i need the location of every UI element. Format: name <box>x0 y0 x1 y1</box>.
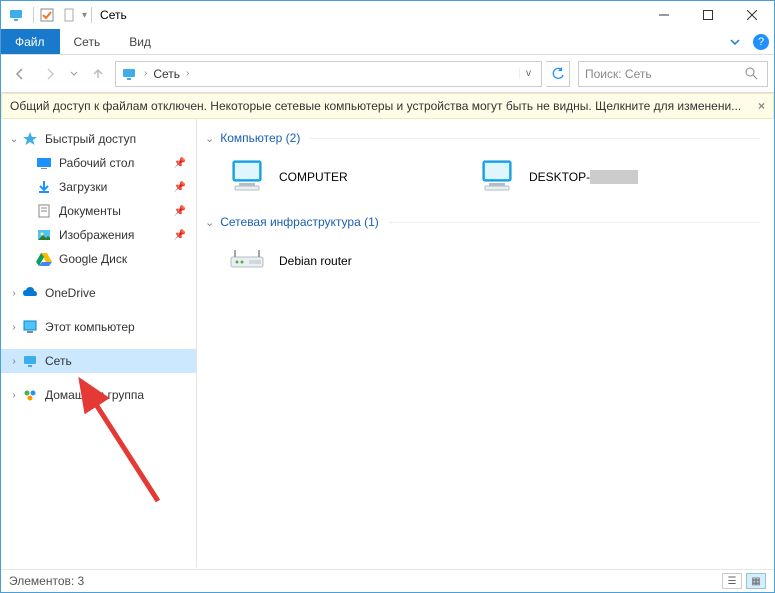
item-label: Debian router <box>279 254 352 268</box>
status-text: Элементов: 3 <box>9 574 84 588</box>
forward-button[interactable] <box>37 61 63 87</box>
body: ⌄ Быстрый доступ Рабочий стол 📌 Загрузки… <box>1 119 774 567</box>
breadcrumb[interactable]: Сеть <box>149 67 184 81</box>
network-icon <box>7 6 25 24</box>
group-header-computers[interactable]: ⌄ Компьютер (2) <box>205 131 760 145</box>
content-pane: ⌄ Компьютер (2) COMPUTER DESKTOP-XXXXXX … <box>197 119 774 567</box>
chevron-right-icon[interactable]: › <box>142 68 149 79</box>
tab-file[interactable]: Файл <box>1 29 60 54</box>
address-bar[interactable]: › Сеть › v <box>115 61 542 87</box>
tree-onedrive[interactable]: › OneDrive <box>1 281 196 305</box>
router-icon <box>227 241 267 281</box>
tree-homegroup[interactable]: › Домашняя группа <box>1 383 196 407</box>
window-title: Сеть <box>100 8 127 22</box>
homegroup-icon <box>21 386 39 404</box>
back-button[interactable] <box>7 61 33 87</box>
tree-google-drive[interactable]: Google Диск <box>1 247 196 271</box>
group-title: Сетевая инфраструктура (1) <box>220 215 379 229</box>
tree-label: Быстрый доступ <box>45 132 136 146</box>
desktop-icon <box>35 154 53 172</box>
chevron-right-icon[interactable]: › <box>7 356 21 367</box>
tree-downloads[interactable]: Загрузки 📌 <box>1 175 196 199</box>
tree-desktop[interactable]: Рабочий стол 📌 <box>1 151 196 175</box>
tree-label: OneDrive <box>45 286 96 300</box>
documents-icon <box>35 202 53 220</box>
item-desktop-pc[interactable]: DESKTOP-XXXXXX <box>473 153 703 201</box>
tree-pictures[interactable]: Изображения 📌 <box>1 223 196 247</box>
tree-label: Этот компьютер <box>45 320 135 334</box>
title-bar: ▾ Сеть <box>1 1 774 29</box>
separator <box>91 7 92 23</box>
onedrive-icon <box>21 284 39 302</box>
chevron-down-icon[interactable]: ⌄ <box>205 132 214 145</box>
pin-icon: 📌 <box>174 206 186 217</box>
tab-network[interactable]: Сеть <box>60 29 116 54</box>
minimize-button[interactable] <box>642 1 686 29</box>
chevron-right-icon[interactable]: › <box>184 68 191 79</box>
separator <box>33 7 34 23</box>
tree-label: Домашняя группа <box>45 388 144 402</box>
close-button[interactable] <box>730 1 774 29</box>
item-label: DESKTOP-XXXXXX <box>529 170 638 184</box>
nav-tree: ⌄ Быстрый доступ Рабочий стол 📌 Загрузки… <box>1 119 197 567</box>
pin-icon: 📌 <box>174 182 186 193</box>
search-box[interactable]: Поиск: Сеть <box>578 61 768 87</box>
tree-documents[interactable]: Документы 📌 <box>1 199 196 223</box>
tree-quick-access[interactable]: ⌄ Быстрый доступ <box>1 127 196 151</box>
search-icon[interactable] <box>745 67 761 80</box>
tree-network[interactable]: › Сеть <box>1 349 196 373</box>
refresh-button[interactable] <box>546 61 570 87</box>
item-label: COMPUTER <box>279 170 348 184</box>
tree-label: Документы <box>59 204 121 218</box>
pictures-icon <box>35 226 53 244</box>
recent-dropdown[interactable] <box>67 61 81 87</box>
group-title: Компьютер (2) <box>220 131 300 145</box>
tree-label: Сеть <box>45 354 72 368</box>
pin-icon: 📌 <box>174 230 186 241</box>
network-icon <box>120 65 138 83</box>
info-bar[interactable]: Общий доступ к файлам отключен. Некоторы… <box>1 93 774 119</box>
separator <box>389 222 760 223</box>
dropdown-caret[interactable]: ▾ <box>82 10 87 21</box>
chevron-down-icon[interactable]: ⌄ <box>7 134 21 145</box>
pin-icon: 📌 <box>174 158 186 169</box>
chevron-right-icon[interactable]: › <box>7 288 21 299</box>
network-icon <box>21 352 39 370</box>
tab-view[interactable]: Вид <box>115 29 166 54</box>
chevron-right-icon[interactable]: › <box>7 322 21 333</box>
help-button[interactable]: ? <box>748 29 774 54</box>
status-bar: Элементов: 3 ☰ ▦ <box>1 569 774 592</box>
info-text: Общий доступ к файлам отключен. Некоторы… <box>10 99 741 113</box>
close-icon[interactable]: × <box>752 99 765 113</box>
address-dropdown[interactable]: v <box>519 68 537 79</box>
nav-bar: › Сеть › v Поиск: Сеть <box>1 55 774 93</box>
downloads-icon <box>35 178 53 196</box>
chevron-down-icon[interactable]: ⌄ <box>205 216 214 229</box>
maximize-button[interactable] <box>686 1 730 29</box>
group-header-infra[interactable]: ⌄ Сетевая инфраструктура (1) <box>205 215 760 229</box>
search-placeholder: Поиск: Сеть <box>585 67 745 81</box>
tree-label: Загрузки <box>59 180 107 194</box>
view-icons-button[interactable]: ▦ <box>746 573 766 589</box>
tree-this-pc[interactable]: › Этот компьютер <box>1 315 196 339</box>
tree-label: Рабочий стол <box>59 156 134 170</box>
item-router[interactable]: Debian router <box>223 237 453 285</box>
chevron-right-icon[interactable]: › <box>7 390 21 401</box>
computer-icon <box>21 318 39 336</box>
document-icon[interactable] <box>60 6 78 24</box>
view-details-button[interactable]: ☰ <box>722 573 742 589</box>
item-computer[interactable]: COMPUTER <box>223 153 453 201</box>
tree-label: Google Диск <box>59 252 127 266</box>
tree-label: Изображения <box>59 228 134 242</box>
ribbon-expand-button[interactable] <box>722 29 748 54</box>
google-drive-icon <box>35 250 53 268</box>
up-button[interactable] <box>85 61 111 87</box>
checkbox-icon[interactable] <box>38 6 56 24</box>
ribbon-tabs: Файл Сеть Вид ? <box>1 29 774 55</box>
star-icon <box>21 130 39 148</box>
computer-icon <box>477 157 517 197</box>
computer-icon <box>227 157 267 197</box>
window-controls <box>642 1 774 29</box>
separator <box>310 138 760 139</box>
